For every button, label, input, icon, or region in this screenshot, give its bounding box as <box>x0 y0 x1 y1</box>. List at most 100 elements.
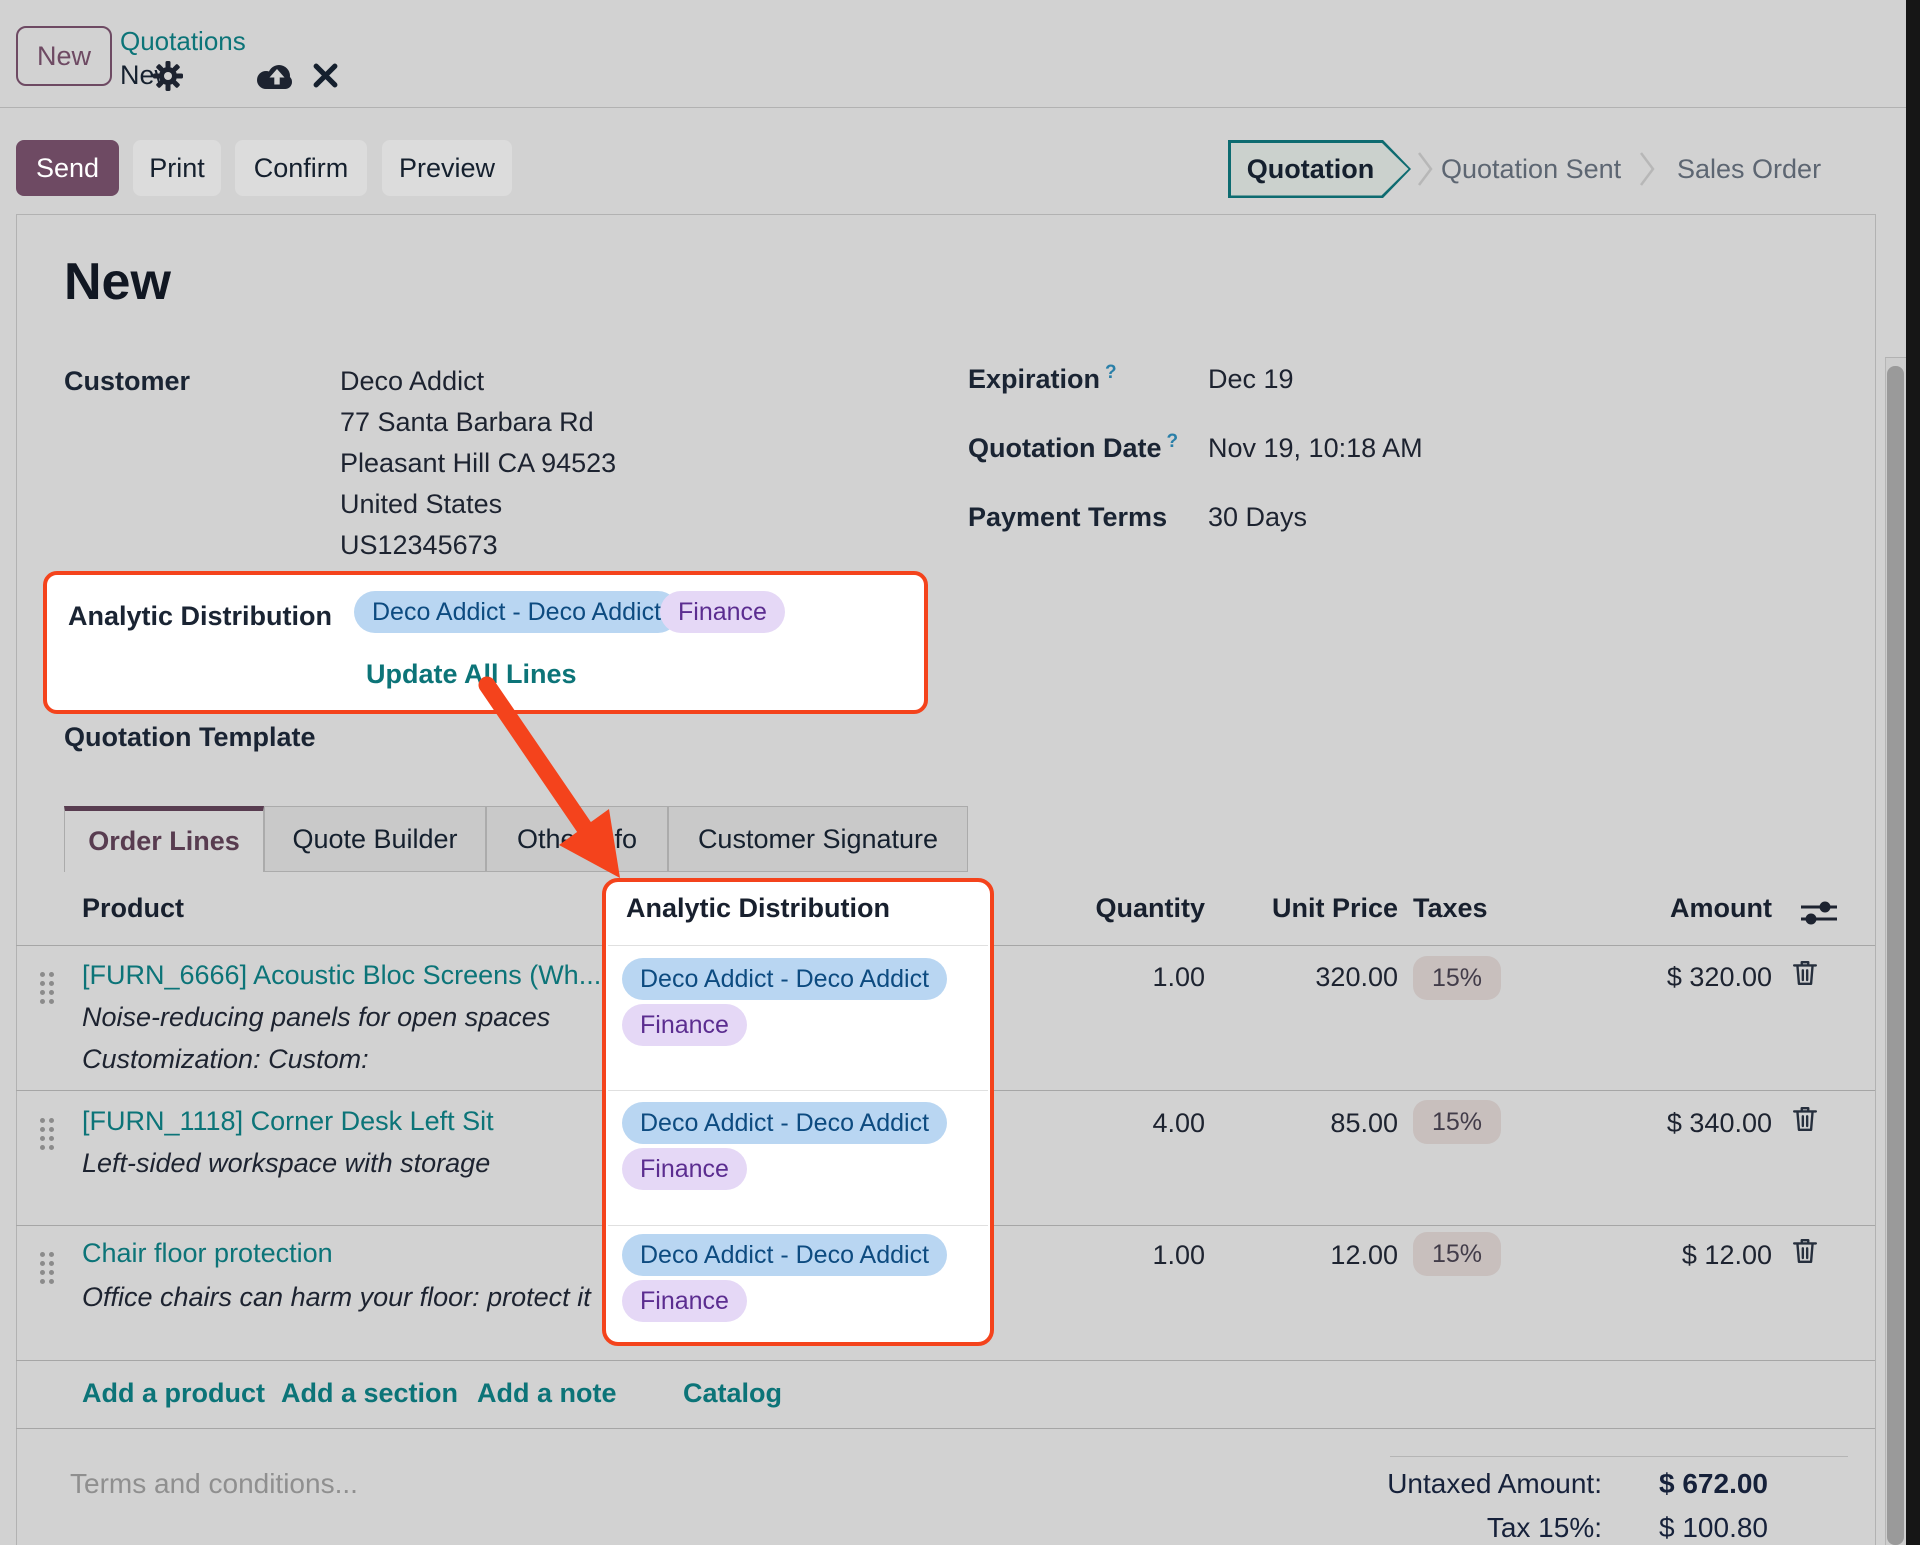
status-step-quotation[interactable]: Quotation <box>1228 140 1411 198</box>
analytic-tag-finance[interactable]: Finance <box>660 591 785 633</box>
update-all-lines-link[interactable]: Update All Lines <box>366 659 577 690</box>
analytic-tag-deco-addict[interactable]: Deco Addict - Deco Addict <box>622 958 947 1000</box>
amount-cell: $ 12.00 <box>1682 1240 1772 1271</box>
column-header-unit-price[interactable]: Unit Price <box>1272 893 1398 924</box>
tab-label: Other Info <box>517 824 637 855</box>
tax-badge[interactable]: 15% <box>1413 1100 1501 1144</box>
optional-columns-sliders-icon[interactable] <box>1797 898 1841 928</box>
amount-cell: $ 320.00 <box>1667 962 1772 993</box>
quotation-template-label: Quotation Template <box>64 722 316 753</box>
quotation-form-screen: New Quotations New <box>0 0 1920 1545</box>
help-icon: ? <box>1105 362 1117 383</box>
confirm-button[interactable]: Confirm <box>235 140 367 196</box>
customer-address-line: Pleasant Hill CA 94523 <box>340 448 616 479</box>
unit-price-cell[interactable]: 12.00 <box>1330 1240 1398 1271</box>
unit-price-cell[interactable]: 320.00 <box>1315 962 1398 993</box>
catalog-link[interactable]: Catalog <box>683 1378 782 1409</box>
screen-edge <box>1906 0 1920 1545</box>
delete-line-trash-icon[interactable] <box>1792 958 1818 988</box>
scrollbar-thumb[interactable] <box>1887 366 1904 1545</box>
analytic-tag-deco-addict[interactable]: Deco Addict - Deco Addict <box>622 1102 947 1144</box>
quantity-cell[interactable]: 4.00 <box>1152 1108 1205 1139</box>
customer-address-line: US12345673 <box>340 530 498 561</box>
customer-address-line: United States <box>340 489 502 520</box>
column-header-taxes[interactable]: Taxes <box>1413 893 1488 924</box>
quantity-cell[interactable]: 1.00 <box>1152 1240 1205 1271</box>
column-header-product[interactable]: Product <box>82 893 184 924</box>
expiration-value[interactable]: Dec 19 <box>1208 364 1294 395</box>
quotation-date-field: Quotation Date? <box>968 433 1178 464</box>
tab-customer-signature[interactable]: Customer Signature <box>668 806 968 872</box>
product-link[interactable]: Chair floor protection <box>82 1238 333 1269</box>
product-description: Left-sided workspace with storage <box>82 1148 490 1179</box>
add-a-product-link[interactable]: Add a product <box>82 1378 265 1409</box>
preview-button[interactable]: Preview <box>382 140 512 196</box>
tab-order-lines[interactable]: Order Lines <box>64 806 264 872</box>
customer-name[interactable]: Deco Addict <box>340 366 484 397</box>
column-header-analytic-distribution[interactable]: Analytic Distribution <box>626 893 890 924</box>
row-separator <box>16 1360 1875 1361</box>
scrollbar-top-border <box>1885 357 1906 358</box>
drag-handle-icon[interactable] <box>40 1118 54 1150</box>
tax-badge[interactable]: 15% <box>1413 956 1501 1000</box>
column-header-quantity[interactable]: Quantity <box>1095 893 1205 924</box>
analytic-tag-deco-addict[interactable]: Deco Addict - Deco Addict <box>622 1234 947 1276</box>
add-a-note-link[interactable]: Add a note <box>477 1378 617 1409</box>
quotation-date-value[interactable]: Nov 19, 10:18 AM <box>1208 433 1423 464</box>
drag-handle-icon[interactable] <box>40 972 54 1004</box>
quotation-date-label: Quotation Date <box>968 433 1162 463</box>
product-link[interactable]: [FURN_6666] Acoustic Bloc Screens (Wh... <box>82 960 601 991</box>
tab-label: Order Lines <box>88 826 240 857</box>
drag-handle-icon[interactable] <box>40 1252 54 1284</box>
tab-other-info[interactable]: Other Info <box>486 806 668 872</box>
unit-price-cell[interactable]: 85.00 <box>1330 1108 1398 1139</box>
product-description: Office chairs can harm your floor: prote… <box>82 1282 591 1313</box>
delete-line-trash-icon[interactable] <box>1792 1104 1818 1134</box>
print-button[interactable]: Print <box>133 140 221 196</box>
totals-divider <box>1390 1456 1848 1457</box>
expiration-field: Expiration? <box>968 364 1117 395</box>
row-separator <box>608 945 988 946</box>
tab-quote-builder[interactable]: Quote Builder <box>264 806 486 872</box>
gear-icon[interactable] <box>152 60 184 92</box>
analytic-tag-deco-addict[interactable]: Deco Addict - Deco Addict <box>354 591 679 633</box>
quantity-cell[interactable]: 1.00 <box>1152 962 1205 993</box>
status-step-sales-order[interactable]: Sales Order <box>1677 154 1817 185</box>
table-bottom-divider <box>16 1428 1875 1429</box>
analytic-tag-finance[interactable]: Finance <box>622 1280 747 1322</box>
untaxed-amount-value: $ 672.00 <box>1659 1468 1768 1500</box>
sheet-right-border <box>1875 214 1876 1545</box>
tax-badge[interactable]: 15% <box>1413 1232 1501 1276</box>
chevron-right-icon <box>1637 147 1659 191</box>
customer-label: Customer <box>64 366 190 397</box>
discard-x-icon[interactable] <box>312 62 339 89</box>
add-a-section-link[interactable]: Add a section <box>281 1378 458 1409</box>
product-link[interactable]: [FURN_1118] Corner Desk Left Sit <box>82 1106 494 1137</box>
record-title: New <box>64 252 171 312</box>
breadcrumb-parent[interactable]: Quotations <box>120 26 246 57</box>
send-button[interactable]: Send <box>16 140 119 196</box>
status-step-quotation-sent[interactable]: Quotation Sent <box>1441 154 1619 185</box>
annotation-highlight-analytic-widget: Analytic Distribution Deco Addict - Deco… <box>43 571 928 714</box>
customer-address-line: 77 Santa Barbara Rd <box>340 407 594 438</box>
untaxed-amount-label: Untaxed Amount: <box>1387 1468 1602 1500</box>
sheet-left-border <box>16 214 17 1545</box>
status-pipeline: Quotation Quotation Sent Sales Order <box>1228 140 1817 198</box>
status-step-label: Quotation <box>1228 140 1393 198</box>
expiration-label: Expiration <box>968 364 1100 394</box>
column-header-amount[interactable]: Amount <box>1670 893 1772 924</box>
terms-and-conditions-input[interactable]: Terms and conditions... <box>70 1468 358 1500</box>
save-cloud-upload-icon[interactable] <box>254 62 294 90</box>
delete-line-trash-icon[interactable] <box>1792 1236 1818 1266</box>
analytic-tag-finance[interactable]: Finance <box>622 1148 747 1190</box>
analytic-tag-finance[interactable]: Finance <box>622 1004 747 1046</box>
new-button[interactable]: New <box>16 26 112 86</box>
sheet-top-border <box>16 214 1875 215</box>
chevron-right-icon <box>1415 147 1437 191</box>
tax-total-label: Tax 15%: <box>1487 1512 1602 1544</box>
product-description: Customization: Custom: <box>82 1044 369 1075</box>
row-separator <box>608 1225 988 1226</box>
payment-terms-value[interactable]: 30 Days <box>1208 502 1307 533</box>
help-icon: ? <box>1167 431 1179 452</box>
product-description: Noise-reducing panels for open spaces <box>82 1002 550 1033</box>
